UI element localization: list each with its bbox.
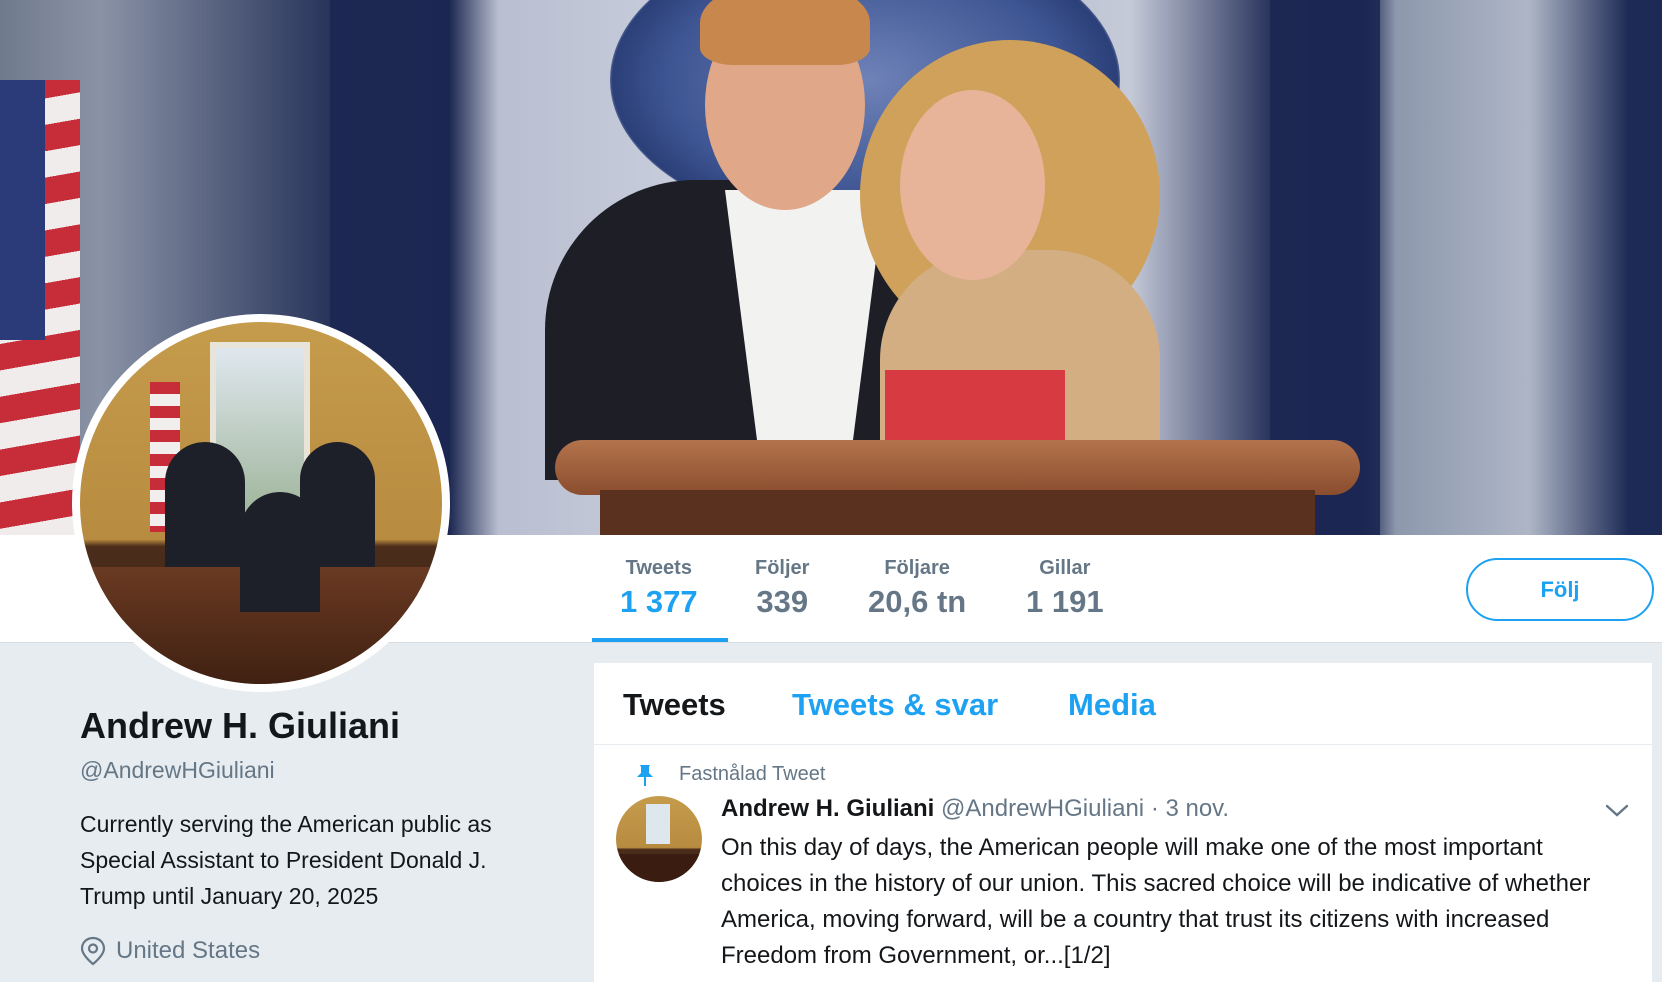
stat-active-underline bbox=[592, 638, 728, 642]
tab-tweets[interactable]: Tweets bbox=[623, 687, 726, 723]
pinned-tweet-indicator: Fastnålad Tweet bbox=[637, 763, 826, 786]
stat-followers-value: 20,6 tn bbox=[868, 584, 967, 619]
tweet-text: On this day of days, the American people… bbox=[721, 834, 1591, 969]
chevron-down-icon bbox=[1605, 804, 1629, 817]
follow-button[interactable]: Följ bbox=[1466, 558, 1654, 621]
profile-avatar[interactable] bbox=[72, 314, 450, 692]
profile-name[interactable]: Andrew H. Giuliani bbox=[80, 705, 580, 747]
tweet-date[interactable]: · 3 nov. bbox=[1151, 795, 1229, 822]
stat-tweets[interactable]: Tweets 1 377 bbox=[620, 557, 698, 620]
stat-following[interactable]: Följer 339 bbox=[755, 557, 809, 620]
stat-tweets-value: 1 377 bbox=[620, 584, 698, 619]
tweet-author-handle[interactable]: @AndrewHGiuliani bbox=[941, 795, 1144, 822]
banner-podium-base bbox=[600, 490, 1315, 535]
tweet-menu-button[interactable] bbox=[1604, 803, 1630, 824]
banner-flag-canton bbox=[0, 80, 45, 340]
tweet-avatar-window bbox=[646, 804, 670, 844]
profile-location: United States bbox=[80, 936, 580, 966]
tab-media[interactable]: Media bbox=[1068, 687, 1156, 723]
pinned-tweet-label: Fastnålad Tweet bbox=[679, 763, 826, 785]
location-pin-icon bbox=[80, 936, 106, 966]
stat-likes[interactable]: Gillar 1 191 bbox=[1026, 557, 1104, 620]
profile-bio: Currently serving the American public as… bbox=[80, 811, 492, 909]
timeline: Tweets Tweets & svar Media Fastnålad Twe… bbox=[594, 663, 1652, 982]
banner-person-2-head bbox=[900, 90, 1045, 280]
stat-following-label: Följer bbox=[755, 557, 810, 579]
stat-followers-label: Följare bbox=[884, 557, 950, 579]
stat-tweets-label: Tweets bbox=[625, 557, 692, 579]
avatar-person-center bbox=[240, 492, 320, 612]
banner-podium bbox=[555, 440, 1360, 495]
stat-likes-value: 1 191 bbox=[1026, 584, 1104, 619]
banner-person-1-hair bbox=[700, 0, 870, 65]
profile-handle[interactable]: @AndrewHGiuliani bbox=[80, 757, 580, 784]
stat-followers[interactable]: Följare 20,6 tn bbox=[868, 557, 966, 620]
pin-icon bbox=[637, 764, 653, 786]
tweet-author-avatar[interactable] bbox=[616, 796, 702, 882]
stat-likes-label: Gillar bbox=[1039, 557, 1091, 579]
stat-following-value: 339 bbox=[756, 584, 809, 619]
tweet-author-name[interactable]: Andrew H. Giuliani bbox=[721, 795, 934, 822]
timeline-tabs: Tweets Tweets & svar Media bbox=[594, 663, 1652, 745]
profile-card: Andrew H. Giuliani @AndrewHGiuliani Curr… bbox=[80, 705, 580, 966]
tweet-avatar-desk bbox=[616, 854, 702, 882]
tweet-header: Andrew H. Giuliani @AndrewHGiuliani · 3 … bbox=[721, 795, 1229, 823]
profile-location-text: United States bbox=[116, 937, 261, 964]
tab-tweets-and-replies[interactable]: Tweets & svar bbox=[792, 687, 998, 723]
